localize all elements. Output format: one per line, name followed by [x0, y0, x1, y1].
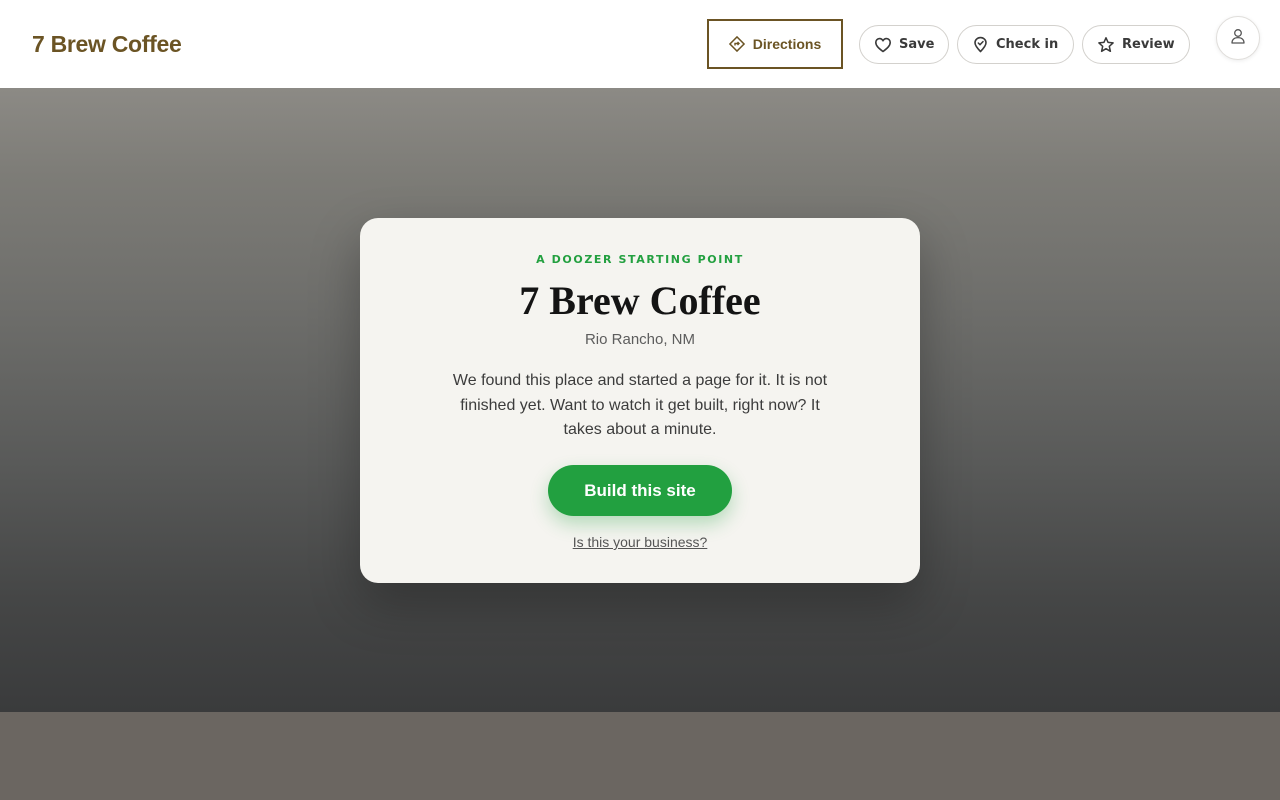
brand-name[interactable]: 7 Brew Coffee [32, 30, 182, 58]
save-button[interactable]: Save [859, 25, 949, 64]
check-in-label: Check in [996, 37, 1059, 52]
map-pin-icon [972, 36, 989, 53]
account-avatar-button[interactable] [1216, 16, 1260, 60]
review-label: Review [1122, 37, 1175, 52]
review-button[interactable]: Review [1082, 25, 1190, 64]
card-description: We found this place and started a page f… [452, 372, 828, 438]
directions-label: Directions [752, 36, 822, 52]
save-label: Save [899, 37, 935, 52]
directions-button[interactable]: Directions [707, 19, 843, 69]
build-site-button[interactable]: Build this site [548, 465, 732, 516]
check-in-button[interactable]: Check in [957, 25, 1074, 64]
directions-icon [728, 36, 745, 52]
user-icon [1229, 27, 1247, 50]
heart-icon [874, 36, 892, 54]
page-footer-area [0, 712, 1280, 800]
business-title: 7 Brew Coffee [519, 278, 761, 323]
card-eyebrow: A DOOZER STARTING POINT [536, 253, 744, 266]
claim-business-link[interactable]: Is this your business? [360, 534, 920, 550]
star-icon [1097, 36, 1115, 54]
business-location: Rio Rancho, NM [584, 331, 696, 348]
starting-point-card: A DOOZER STARTING POINT 7 Brew Coffee Ri… [360, 218, 920, 583]
top-bar: 7 Brew Coffee Directions Save Check in R… [0, 0, 1280, 88]
